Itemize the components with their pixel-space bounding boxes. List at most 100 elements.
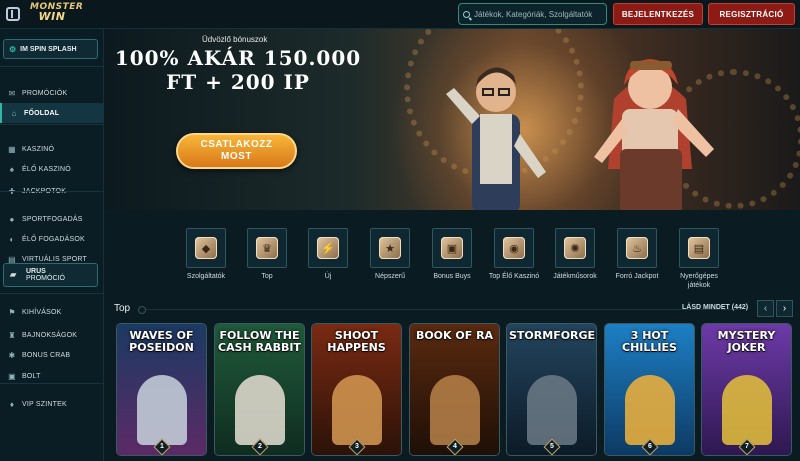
sidebar-item[interactable]: ✱ BONUS CRAB xyxy=(0,345,104,365)
car-icon: ▰ xyxy=(10,270,17,279)
rank-number: 4 xyxy=(453,443,457,450)
category-label: Forró Jackpot xyxy=(615,273,659,280)
game-character xyxy=(137,375,187,445)
category-tile: ▤ xyxy=(679,228,719,268)
hero-banner[interactable]: Üdvözlő bónuszok 100% AKÁR 150.000 FT + … xyxy=(104,29,800,210)
challenge-icon: ⚑ xyxy=(8,307,16,317)
sidebar-item-label: KIHÍVÁSOK xyxy=(22,308,62,316)
next-arrow-button[interactable]: › xyxy=(776,300,793,317)
category-item[interactable]: ✺ Játékműsorok xyxy=(545,228,605,281)
game-title: 3 HOT CHILLIES xyxy=(622,329,677,354)
category-item[interactable]: ♛ Top xyxy=(237,228,297,281)
prev-arrow-button[interactable]: ‹ xyxy=(757,300,774,317)
category-item[interactable]: ▤ Nyerőgépes játékok xyxy=(669,228,729,290)
rank-number: 5 xyxy=(550,443,554,450)
game-title: BOOK OF RA xyxy=(415,329,494,342)
divider xyxy=(0,191,104,192)
category-label: Szolgáltatók xyxy=(186,273,226,280)
see-all-link[interactable]: LÁSD MINDET (442) xyxy=(682,304,748,311)
sidebar-item-label: PROMÓCIÓK xyxy=(22,89,68,97)
slot-machine-icon: ▤ xyxy=(688,237,710,259)
sidebar-item-label: KASZINÓ xyxy=(22,145,55,153)
sidebar-item[interactable]: ⌂ FŐOLDAL xyxy=(0,103,104,123)
rank-number: 2 xyxy=(258,443,262,450)
category-bar: ◆ Szolgáltatók ♛ Top ⚡ Új ★ Népszerű ▣ Bonus Buys… xyxy=(104,210,800,300)
game-character xyxy=(722,375,772,445)
sidebar-item-label: ÉLŐ KASZINÓ xyxy=(22,165,71,173)
game-title: STORMFORGED xyxy=(509,329,597,342)
category-item[interactable]: ◆ Szolgáltatók xyxy=(176,228,236,281)
game-card[interactable]: STORMFORGED 5 xyxy=(506,323,597,456)
ball-icon: ● xyxy=(9,214,15,224)
register-button[interactable]: REGISZTRÁCIÓ xyxy=(708,3,795,25)
search-icon xyxy=(463,10,470,18)
crab-icon: ✱ xyxy=(8,350,16,360)
game-card[interactable]: MYSTERY JOKER 7 xyxy=(701,323,792,456)
home-icon: ⌂ xyxy=(11,108,17,118)
wheel-icon: ✺ xyxy=(564,237,586,259)
game-card[interactable]: BOOK OF RA 4 xyxy=(409,323,500,456)
sidebar-promo-urus[interactable]: ▰ URUS PROMÓCIÓ xyxy=(3,263,98,287)
provider-icon: ◆ xyxy=(195,237,217,259)
category-item[interactable]: ▣ Bonus Buys xyxy=(422,228,482,281)
category-item[interactable]: ⚡ Új xyxy=(298,228,358,281)
sidebar-item-label: ÉLŐ FOGADÁSOK xyxy=(22,235,85,243)
sidebar-item[interactable]: ▦ KASZINÓ xyxy=(0,139,104,159)
treasure-icon: ▣ xyxy=(441,237,463,259)
live-bet-icon: ◐ xyxy=(9,234,15,244)
sidebar-item-label: VIP SZINTEK xyxy=(22,400,67,408)
sidebar-item[interactable]: ◐ ÉLŐ FOGADÁSOK xyxy=(0,229,104,249)
category-item[interactable]: ♨ Forró Jackpot xyxy=(607,228,667,281)
game-character xyxy=(527,375,577,445)
spin-icon: ⚙ xyxy=(9,44,17,54)
star-icon: ★ xyxy=(379,237,401,259)
divider xyxy=(0,124,104,125)
game-title: WAVES OF POSEIDON xyxy=(129,329,194,354)
chevron-left-icon: ‹ xyxy=(763,303,768,314)
section-divider xyxy=(138,306,743,314)
category-tile: ◉ xyxy=(494,228,534,268)
sidebar-item-label: SPORTFOGADÁS xyxy=(22,215,83,223)
login-button[interactable]: BEJELENTKEZÉS xyxy=(613,3,703,25)
search-input[interactable]: Játékok, Kategóriák, Szolgáltatók xyxy=(458,3,607,25)
sidebar-item[interactable]: ▣ BOLT xyxy=(0,366,104,386)
join-now-button[interactable]: CSATLAKOZZ MOST xyxy=(176,133,297,169)
hero-title-line1: 100% AKÁR 150.000 xyxy=(114,46,362,70)
sidebar-item[interactable]: ● SPORTFOGADÁS xyxy=(0,209,104,229)
live-casino-icon: ♠ xyxy=(9,164,15,174)
game-character xyxy=(332,375,382,445)
sidebar-item-label: VIRTUÁLIS SPORT xyxy=(22,255,87,263)
logo[interactable]: MONSTER WIN xyxy=(30,2,83,27)
game-title: SHOOT HAPPENS xyxy=(327,329,386,354)
game-character xyxy=(430,375,480,445)
category-tile: ▣ xyxy=(432,228,472,268)
sidebar-item-label: FŐOLDAL xyxy=(24,109,60,117)
sidebar-item[interactable]: ♜ BAJNOKSÁGOK xyxy=(0,325,104,345)
search-placeholder: Játékok, Kategóriák, Szolgáltatók xyxy=(474,9,593,19)
category-item[interactable]: ◉ Top Élő Kaszinó xyxy=(484,228,544,281)
chevron-right-icon: › xyxy=(782,303,787,314)
game-card[interactable]: FOLLOW THE CASH RABBIT 2 xyxy=(214,323,305,456)
category-item[interactable]: ★ Népszerű xyxy=(360,228,420,281)
divider xyxy=(0,293,104,294)
game-card[interactable]: 3 HOT CHILLIES 6 xyxy=(604,323,695,456)
category-label: Top xyxy=(261,273,273,280)
category-tile: ✺ xyxy=(555,228,595,268)
hero-title: 100% AKÁR 150.000 FT + 200 IP xyxy=(108,46,368,94)
rank-number: 7 xyxy=(745,443,749,450)
vip-icon: ♦ xyxy=(9,399,15,409)
slot-icon: ▦ xyxy=(8,144,16,154)
sidebar-promo-im-spin-splash[interactable]: ⚙ IM SPIN SPLASH xyxy=(3,39,98,59)
game-card[interactable]: SHOOT HAPPENS 3 xyxy=(311,323,402,456)
game-card[interactable]: WAVES OF POSEIDON 1 xyxy=(116,323,207,456)
sidebar-toggle-icon[interactable] xyxy=(6,7,20,21)
urus-sublabel: PROMÓCIÓ xyxy=(26,275,65,282)
category-tile: ◆ xyxy=(186,228,226,268)
sidebar-item[interactable]: ♦ VIP SZINTEK xyxy=(0,394,104,414)
category-tile: ⚡ xyxy=(308,228,348,268)
sidebar-item[interactable]: ♠ ÉLŐ KASZINÓ xyxy=(0,159,104,179)
hero-subtitle: Üdvözlő bónuszok xyxy=(202,35,268,44)
sidebar-item[interactable]: ⚑ KIHÍVÁSOK xyxy=(0,302,104,322)
flame-icon: ♨ xyxy=(626,237,648,259)
sidebar-item[interactable]: ✉ PROMÓCIÓK xyxy=(0,83,104,103)
